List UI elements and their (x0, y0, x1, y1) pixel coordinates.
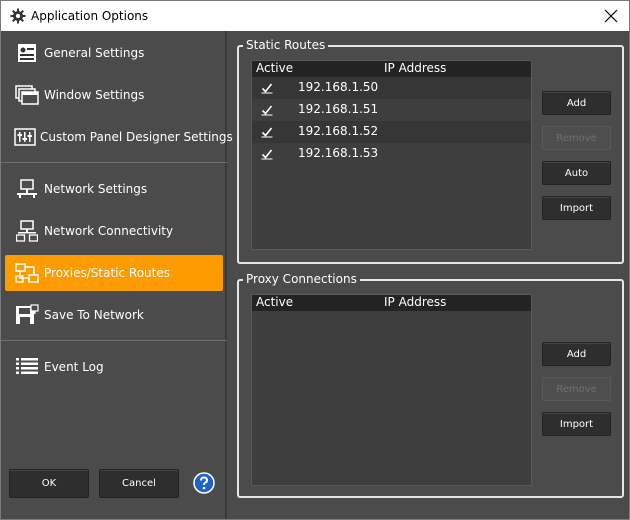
network-icon (14, 176, 40, 202)
sidebar-item-label: Custom Panel Designer Settings (40, 130, 233, 144)
list-header: Active IP Address (252, 295, 531, 311)
column-header-active: Active (256, 61, 294, 75)
proxy-connections-list[interactable]: Active IP Address (251, 294, 532, 486)
ip-address: 192.168.1.51 (298, 102, 379, 116)
table-row[interactable]: 192.168.1.53 (252, 143, 531, 165)
proxy-remove-button[interactable]: Remove (542, 377, 611, 401)
sidebar-item-event-log[interactable]: Event Log (5, 349, 223, 385)
checkbox-checked[interactable] (261, 104, 273, 116)
proxies-icon (14, 260, 40, 286)
sidebar: General Settings Window Settings Custom … (1, 31, 233, 519)
static-import-button[interactable]: Import (542, 196, 611, 220)
ip-address: 192.168.1.53 (298, 146, 379, 160)
column-header-ip: IP Address (384, 295, 447, 309)
window-title: Application Options (31, 9, 149, 23)
static-remove-button[interactable]: Remove (542, 126, 611, 150)
checkbox-checked[interactable] (261, 126, 273, 138)
checkbox-checked[interactable] (261, 148, 273, 160)
sidebar-divider (1, 340, 227, 341)
checkbox-checked[interactable] (261, 82, 273, 94)
sidebar-item-label: Event Log (44, 360, 104, 374)
table-row[interactable]: 192.168.1.50 (252, 77, 531, 99)
static-routes-title: Static Routes (243, 38, 329, 52)
sidebar-item-label: Network Settings (44, 182, 148, 196)
close-icon[interactable] (601, 6, 621, 26)
static-routes-list[interactable]: Active IP Address 192.168.1.50 192.168.1… (251, 60, 532, 250)
table-row[interactable]: 192.168.1.51 (252, 99, 531, 121)
general-settings-icon (14, 40, 40, 66)
title-bar: Application Options (0, 0, 630, 31)
sidebar-item-save-to-network[interactable]: Save To Network (5, 297, 223, 333)
ok-button[interactable]: OK (9, 469, 89, 498)
static-auto-button[interactable]: Auto (542, 161, 611, 185)
column-header-ip: IP Address (384, 61, 447, 75)
sidebar-item-network-connectivity[interactable]: Network Connectivity (5, 213, 223, 249)
sidebar-item-custom-panel-designer[interactable]: Custom Panel Designer Settings (5, 119, 233, 155)
panel-designer-icon (14, 124, 36, 150)
help-icon[interactable] (193, 472, 215, 494)
sidebar-item-label: Window Settings (44, 88, 145, 102)
proxy-import-button[interactable]: Import (542, 412, 611, 436)
sidebar-item-window-settings[interactable]: Window Settings (5, 77, 223, 113)
save-to-network-icon (14, 302, 40, 328)
sidebar-item-network-settings[interactable]: Network Settings (5, 171, 223, 207)
column-header-active: Active (256, 295, 294, 309)
static-add-button[interactable]: Add (542, 91, 611, 115)
options-window: General Settings Window Settings Custom … (0, 31, 630, 520)
proxy-add-button[interactable]: Add (542, 342, 611, 366)
sidebar-item-general-settings[interactable]: General Settings (5, 35, 223, 71)
window-settings-icon (14, 82, 40, 108)
gear-icon (10, 8, 26, 24)
network-connectivity-icon (14, 218, 40, 244)
table-row[interactable]: 192.168.1.52 (252, 121, 531, 143)
sidebar-divider (1, 162, 227, 163)
ip-address: 192.168.1.52 (298, 124, 379, 138)
sidebar-item-label: Network Connectivity (44, 224, 174, 238)
sidebar-item-proxies-static-routes[interactable]: Proxies/Static Routes (5, 255, 223, 291)
sidebar-item-label: Save To Network (44, 308, 144, 322)
list-header: Active IP Address (252, 61, 531, 77)
sidebar-item-label: General Settings (44, 46, 145, 60)
ip-address: 192.168.1.50 (298, 80, 379, 94)
event-log-icon (14, 354, 40, 380)
cancel-button[interactable]: Cancel (99, 469, 179, 498)
proxy-connections-title: Proxy Connections (243, 272, 360, 286)
sidebar-item-label: Proxies/Static Routes (44, 266, 170, 280)
